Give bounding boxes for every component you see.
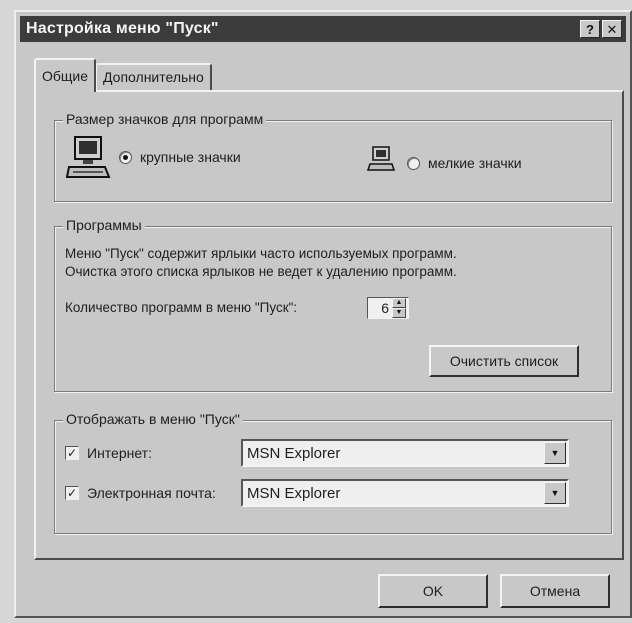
show-in-menu-group: Отображать в меню "Пуск" ✓ Интернет: MSN… (54, 411, 612, 534)
spinner-down-icon[interactable]: ▼ (392, 308, 406, 318)
small-icons-computer-icon (367, 146, 395, 171)
programs-description-2: Очистка этого списка ярлыков не ведет к … (65, 264, 457, 279)
tab-general[interactable]: Общие (34, 58, 97, 92)
email-program-select[interactable]: MSN Explorer ▼ (241, 479, 569, 507)
program-count-value[interactable]: 6 (368, 298, 392, 318)
spinner-arrows: ▲ ▼ (392, 298, 406, 318)
ok-button[interactable]: OK (378, 574, 488, 608)
show-in-menu-legend: Отображать в меню "Пуск" (63, 411, 243, 427)
programs-legend: Программы (63, 217, 145, 233)
internet-option[interactable]: ✓ Интернет: (65, 445, 152, 461)
dialog-title: Настройка меню "Пуск" (26, 20, 219, 37)
large-icons-computer-icon (65, 136, 111, 178)
icon-size-legend: Размер значков для программ (63, 111, 267, 127)
close-button[interactable]: ✕ (602, 20, 622, 38)
cancel-button[interactable]: Отмена (500, 574, 610, 608)
chevron-down-icon[interactable]: ▼ (544, 442, 566, 464)
small-icons-label: мелкие значки (428, 155, 522, 171)
clear-list-button[interactable]: Очистить список (429, 345, 579, 377)
small-icons-option[interactable]: мелкие значки (407, 155, 522, 171)
spinner-up-icon[interactable]: ▲ (392, 298, 406, 308)
programs-description-1: Меню "Пуск" содержит ярлыки часто исполь… (65, 246, 457, 261)
internet-program-select[interactable]: MSN Explorer ▼ (241, 439, 569, 467)
icon-size-group: Размер значков для программ крупные знач… (54, 111, 612, 202)
email-option[interactable]: ✓ Электронная почта: (65, 485, 216, 501)
programs-group: Программы Меню "Пуск" содержит ярлыки ча… (54, 217, 612, 392)
internet-program-value: MSN Explorer (247, 444, 341, 462)
help-button[interactable]: ? (580, 20, 600, 38)
email-checkbox[interactable]: ✓ (65, 486, 79, 500)
internet-checkbox[interactable]: ✓ (65, 446, 79, 460)
program-count-spinner[interactable]: 6 ▲ ▼ (367, 297, 409, 319)
close-icon: ✕ (606, 21, 618, 37)
start-menu-settings-dialog: Настройка меню "Пуск" ? ✕ Общие Дополнит… (14, 10, 632, 618)
internet-label: Интернет: (87, 445, 152, 461)
tab-advanced[interactable]: Дополнительно (95, 63, 212, 92)
small-icons-radio[interactable] (407, 156, 420, 170)
tab-strip: Общие Дополнительно (34, 58, 212, 92)
large-icons-option[interactable]: крупные значки (119, 149, 241, 165)
email-program-value: MSN Explorer (247, 484, 341, 502)
large-icons-radio[interactable] (119, 150, 132, 164)
chevron-down-icon[interactable]: ▼ (544, 482, 566, 504)
large-icons-label: крупные значки (140, 149, 241, 165)
tab-panel-general: Размер значков для программ крупные знач… (34, 90, 624, 560)
program-count-label: Количество программ в меню "Пуск": (65, 300, 298, 315)
email-label: Электронная почта: (87, 485, 216, 501)
title-bar-buttons: ? ✕ (580, 20, 622, 38)
title-bar[interactable]: Настройка меню "Пуск" ? ✕ (20, 16, 626, 42)
